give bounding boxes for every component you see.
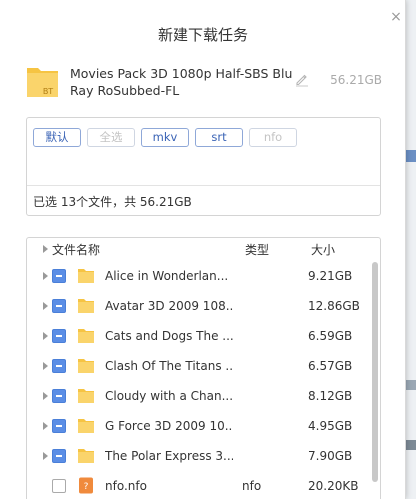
file-name: Cats and Dogs The ... xyxy=(105,329,233,343)
task-total-size: 56.21GB xyxy=(330,73,382,87)
column-header-name[interactable]: 文件名称 xyxy=(52,242,100,258)
torrent-folder-icon: BT xyxy=(27,68,58,97)
expand-arrow-icon[interactable] xyxy=(43,302,48,310)
background-window-edge xyxy=(406,0,416,499)
row-checkbox[interactable] xyxy=(52,299,66,313)
file-list-header: 文件名称 类型 大小 xyxy=(27,238,380,262)
row-checkbox[interactable] xyxy=(52,269,66,283)
file-name: G Force 3D 2009 10... xyxy=(105,419,233,433)
expand-arrow-icon[interactable] xyxy=(43,332,48,340)
file-name: nfo.nfo xyxy=(105,479,147,493)
column-header-size[interactable]: 大小 xyxy=(311,242,335,258)
row-checkbox[interactable] xyxy=(52,449,66,463)
expand-arrow-icon[interactable] xyxy=(43,362,48,370)
file-name: Avatar 3D 2009 108... xyxy=(105,299,233,313)
file-type: nfo xyxy=(242,479,262,493)
folder-icon xyxy=(78,299,94,313)
filter-default-button[interactable]: 默认 xyxy=(33,128,81,147)
file-name: The Polar Express 3... xyxy=(105,449,233,463)
file-row[interactable]: Cloudy with a Chan... 8.12GB xyxy=(27,381,371,411)
filter-srt-button[interactable]: srt xyxy=(195,128,243,147)
file-list: 文件名称 类型 大小 Alice in Wonderlan... 9.21GB … xyxy=(26,237,381,499)
expand-arrow-icon[interactable] xyxy=(43,452,48,460)
folder-icon xyxy=(78,269,94,283)
file-row[interactable]: ? nfo.nfo nfo 20.20KB xyxy=(27,471,371,499)
task-name: Movies Pack 3D 1080p Half-SBS BluRay RoS… xyxy=(70,66,293,98)
file-row[interactable]: Cats and Dogs The ... 6.59GB xyxy=(27,321,371,351)
file-row[interactable]: Avatar 3D 2009 108... 12.86GB xyxy=(27,291,371,321)
folder-icon xyxy=(78,419,94,433)
folder-icon xyxy=(78,359,94,373)
filter-nfo-button[interactable]: nfo xyxy=(249,128,297,147)
expand-all-icon[interactable] xyxy=(43,245,48,253)
file-row[interactable]: G Force 3D 2009 10... 4.95GB xyxy=(27,411,371,441)
row-checkbox[interactable] xyxy=(52,479,66,493)
scrollbar-thumb[interactable] xyxy=(372,262,378,482)
filter-mkv-button[interactable]: mkv xyxy=(141,128,189,147)
file-size: 4.95GB xyxy=(308,419,353,433)
row-checkbox[interactable] xyxy=(52,329,66,343)
file-name: Alice in Wonderlan... xyxy=(105,269,229,283)
file-row[interactable]: The Polar Express 3... 7.90GB xyxy=(27,441,371,471)
close-button[interactable]: × xyxy=(388,9,404,25)
file-size: 9.21GB xyxy=(308,269,353,283)
new-download-task-dialog: × 新建下载任务 BT Movies Pack 3D 1080p Half-SB… xyxy=(0,0,406,499)
file-row[interactable]: Alice in Wonderlan... 9.21GB xyxy=(27,261,371,291)
divider xyxy=(27,185,380,186)
file-name: Clash Of The Titans ... xyxy=(105,359,233,373)
expand-arrow-icon[interactable] xyxy=(43,422,48,430)
nfo-file-icon: ? xyxy=(79,477,93,494)
row-checkbox[interactable] xyxy=(52,359,66,373)
expand-arrow-icon[interactable] xyxy=(43,272,48,280)
file-size: 12.86GB xyxy=(308,299,360,313)
bt-badge: BT xyxy=(43,87,53,96)
file-name: Cloudy with a Chan... xyxy=(105,389,233,403)
file-size: 6.59GB xyxy=(308,329,353,343)
file-size: 8.12GB xyxy=(308,389,353,403)
file-size: 6.57GB xyxy=(308,359,353,373)
filter-select-all-button[interactable]: 全选 xyxy=(87,128,135,147)
file-row[interactable]: Clash Of The Titans ... 6.57GB xyxy=(27,351,371,381)
file-size: 20.20KB xyxy=(308,479,359,493)
list-scrollbar[interactable] xyxy=(371,262,379,499)
filter-button-row: 默认 全选 mkv srt nfo xyxy=(33,128,297,148)
column-header-type[interactable]: 类型 xyxy=(245,242,269,258)
row-checkbox[interactable] xyxy=(52,419,66,433)
folder-icon xyxy=(78,329,94,343)
selection-summary: 已选 13个文件，共 56.21GB xyxy=(33,195,192,209)
file-filter-panel: 默认 全选 mkv srt nfo 已选 13个文件，共 56.21GB xyxy=(26,117,381,216)
file-size: 7.90GB xyxy=(308,449,353,463)
dialog-title: 新建下载任务 xyxy=(157,26,248,44)
svg-text:?: ? xyxy=(84,482,89,492)
folder-icon xyxy=(78,389,94,403)
folder-icon xyxy=(78,449,94,463)
row-checkbox[interactable] xyxy=(52,389,66,403)
pencil-icon[interactable] xyxy=(294,71,310,87)
expand-arrow-icon[interactable] xyxy=(43,392,48,400)
